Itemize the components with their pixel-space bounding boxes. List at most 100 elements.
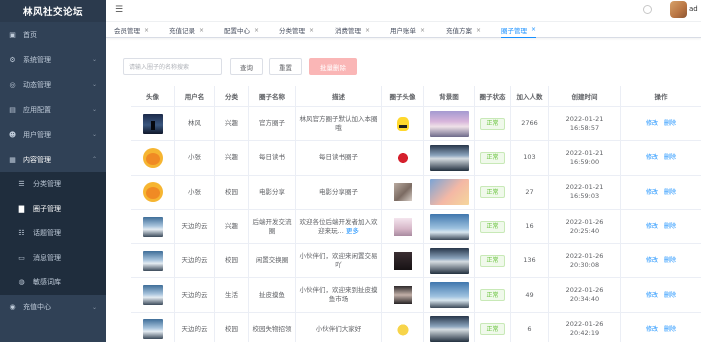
- close-icon[interactable]: ×: [420, 27, 425, 34]
- tab-category[interactable]: 分类管理 ×: [279, 22, 314, 38]
- delete-link[interactable]: 删除: [664, 222, 676, 231]
- content-icon: ▦: [9, 155, 16, 164]
- tab-config[interactable]: 配置中心 ×: [224, 22, 259, 38]
- avatar: [142, 216, 163, 237]
- status-badge: 正常: [480, 186, 505, 199]
- sidebar-item-recharge[interactable]: ◉ 充值中心 ⌄: [0, 295, 106, 320]
- circle-name-cell: 扯皮摸鱼: [249, 278, 296, 312]
- sidebar-item-app-config[interactable]: ▤ 应用配置 ⌄: [0, 97, 106, 122]
- category-cell: 兴趣: [215, 141, 249, 175]
- edit-link[interactable]: 修改: [646, 222, 658, 231]
- sidebar-item-home[interactable]: ▣ 首页: [0, 22, 106, 47]
- created-time-cell: 2022-01-21 16:59:00: [549, 141, 621, 175]
- query-button[interactable]: 查询: [230, 58, 263, 75]
- content-submenu: ☰ 分类管理 ▇ 圈子管理 ☷ 话题管理 ▭ 消息管理 ◍ 敏感词库: [0, 172, 106, 295]
- delete-link[interactable]: 删除: [664, 153, 676, 162]
- created-time-cell: 2022-01-26 20:30:08: [549, 244, 621, 278]
- close-icon[interactable]: ×: [531, 26, 536, 33]
- reset-button[interactable]: 重置: [269, 58, 302, 75]
- avatar: [142, 250, 163, 271]
- avatar[interactable]: [670, 1, 687, 18]
- category-icon: ☰: [18, 180, 25, 189]
- category-cell: 校园: [215, 312, 249, 342]
- username-cell: 天边的云: [175, 312, 215, 342]
- sidebar-item-category[interactable]: ☰ 分类管理: [0, 172, 106, 197]
- circle-table: 头像 用户名 分类 圈子名称 描述 圈子头像 背景图 圈子状态 加入人数 创建时…: [131, 86, 701, 342]
- chevron-down-icon: ⌄: [91, 106, 97, 113]
- sidebar-item-sensitive-words[interactable]: ◍ 敏感词库: [0, 270, 106, 295]
- tab-recharge-records[interactable]: 充值记录 ×: [169, 22, 204, 38]
- status-badge: 正常: [480, 323, 505, 336]
- edit-link[interactable]: 修改: [646, 153, 658, 162]
- sidebar-item-dynamics[interactable]: ◎ 动态管理 ⌄: [0, 72, 106, 97]
- background-image: [429, 144, 469, 171]
- description-cell: 林风官方圈子默认加入本圈哦: [296, 107, 382, 141]
- gear-icon[interactable]: [643, 5, 652, 14]
- column-header: 圈子头像: [382, 86, 424, 106]
- timeline-icon: ◎: [9, 80, 16, 89]
- background-image: [429, 316, 469, 342]
- edit-link[interactable]: 修改: [646, 256, 658, 265]
- category-cell: 校园: [215, 175, 249, 209]
- close-icon[interactable]: ×: [365, 27, 370, 34]
- sidebar-item-topic[interactable]: ☷ 话题管理: [0, 221, 106, 246]
- username-cell: 林风: [175, 107, 215, 141]
- circle-name-cell: 校园失物招领: [249, 312, 296, 342]
- tab-consumption[interactable]: 消费管理 ×: [335, 22, 370, 38]
- chevron-down-icon: ⌄: [91, 303, 97, 311]
- hamburger-icon[interactable]: ☰: [115, 5, 123, 15]
- status-badge: 正常: [480, 254, 505, 267]
- delete-link[interactable]: 删除: [664, 119, 676, 128]
- settings-icon: ⚙: [9, 55, 16, 64]
- edit-link[interactable]: 修改: [646, 291, 658, 300]
- close-icon[interactable]: ×: [144, 27, 149, 34]
- description-cell: 小伙伴们大家好: [296, 312, 382, 342]
- description-cell: 电影分享圈子: [296, 175, 382, 209]
- delete-link[interactable]: 删除: [664, 325, 676, 334]
- batch-delete-button[interactable]: 批量删除: [309, 58, 357, 75]
- circle-avatar: [393, 148, 412, 167]
- circle-avatar: [393, 217, 412, 236]
- description-cell: 欢迎各位后端开发者加入欢迎来玩... 更多: [296, 209, 382, 244]
- edit-link[interactable]: 修改: [646, 188, 658, 197]
- circle-avatar: [393, 114, 412, 133]
- members-cell: 6: [511, 312, 549, 342]
- tab-circle[interactable]: 圈子管理 ×: [501, 22, 537, 38]
- members-cell: 103: [511, 141, 549, 175]
- current-username[interactable]: ad: [689, 5, 701, 13]
- close-icon[interactable]: ×: [254, 27, 259, 34]
- avatar: [142, 113, 163, 134]
- close-icon[interactable]: ×: [199, 27, 204, 34]
- sidebar-item-users[interactable]: ☻ 用户管理 ⌄: [0, 122, 106, 147]
- circle-name-cell: 官方圈子: [249, 107, 296, 141]
- edit-link[interactable]: 修改: [646, 119, 658, 128]
- circle-avatar: [393, 251, 412, 270]
- tab-member[interactable]: 会员管理 ×: [114, 22, 149, 38]
- delete-link[interactable]: 删除: [664, 188, 676, 197]
- avatar: [142, 319, 163, 340]
- table-row: 天边的云 兴趣 后端开发交流圈 欢迎各位后端开发者加入欢迎来玩... 更多 正常…: [131, 209, 701, 245]
- column-header: 圈子状态: [475, 86, 511, 106]
- username-cell: 天边的云: [175, 278, 215, 312]
- sidebar-item-message[interactable]: ▭ 消息管理: [0, 246, 106, 271]
- delete-link[interactable]: 删除: [664, 291, 676, 300]
- delete-link[interactable]: 删除: [664, 256, 676, 265]
- username-cell: 小张: [175, 175, 215, 209]
- wallet-icon: ◉: [9, 303, 16, 311]
- sidebar-item-content[interactable]: ▦ 内容管理 ⌃: [0, 147, 106, 172]
- more-link[interactable]: 更多: [346, 227, 359, 235]
- column-header: 头像: [131, 86, 175, 106]
- sidebar-item-system[interactable]: ⚙ 系统管理 ⌄: [0, 47, 106, 72]
- close-icon[interactable]: ×: [476, 27, 481, 34]
- edit-link[interactable]: 修改: [646, 325, 658, 334]
- tab-recharge-plan[interactable]: 充值方案 ×: [446, 22, 481, 38]
- chevron-down-icon: ⌄: [91, 131, 97, 138]
- tab-bills[interactable]: 用户账单 ×: [390, 22, 425, 38]
- close-icon[interactable]: ×: [309, 27, 314, 34]
- app-icon: ▤: [9, 105, 16, 114]
- background-image: [429, 110, 469, 137]
- search-input[interactable]: 请输入圈子的名称搜索: [123, 58, 222, 75]
- background-image: [429, 282, 469, 309]
- sidebar-item-circle[interactable]: ▇ 圈子管理: [0, 197, 106, 222]
- column-header: 创建时间: [549, 86, 621, 106]
